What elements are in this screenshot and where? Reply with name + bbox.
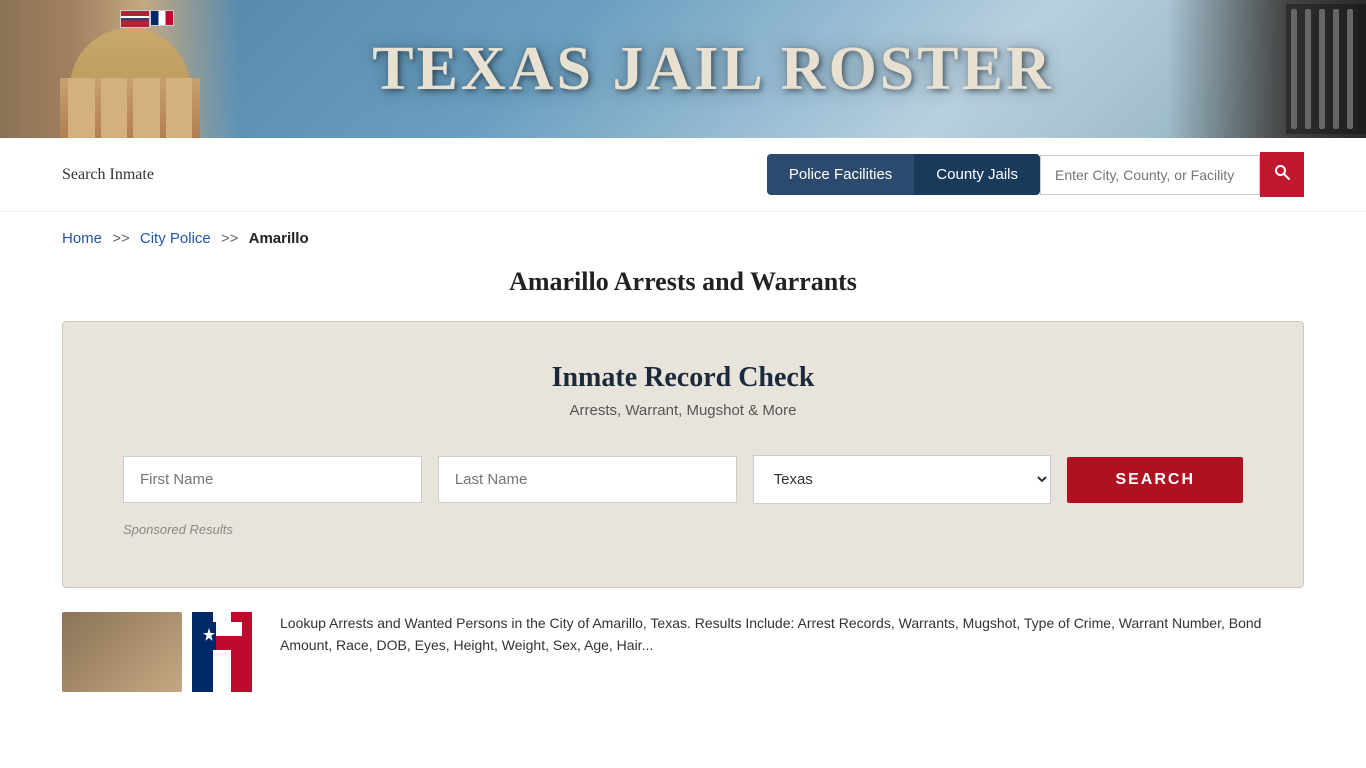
county-jails-button[interactable]: County Jails [914,154,1040,195]
page-title: Amarillo Arrests and Warrants [0,267,1366,297]
jail-hand [1166,0,1366,138]
search-inmate-label: Search Inmate [62,166,154,184]
inmate-search-button[interactable]: SEARCH [1067,457,1243,503]
search-fields: AlabamaAlaskaArizonaArkansasCaliforniaCo… [123,455,1243,504]
facility-search-button[interactable] [1260,152,1304,197]
nav-right: Police Facilities County Jails [767,152,1304,197]
bottom-description: Lookup Arrests and Wanted Persons in the… [280,612,1304,657]
facility-search-input[interactable] [1040,155,1260,195]
breadcrumb-sep-2: >> [221,230,239,247]
sponsored-results-label: Sponsored Results [123,522,1243,537]
bottom-image-left [62,612,182,692]
search-icon [1274,164,1290,180]
bottom-images [62,612,252,692]
last-name-input[interactable] [438,456,737,503]
header-right-image [1166,0,1366,138]
site-title: Texas Jail Roster [372,34,1054,105]
police-facilities-button[interactable]: Police Facilities [767,154,914,195]
first-name-input[interactable] [123,456,422,503]
texas-state-flag [202,622,242,650]
inmate-record-check-container: Inmate Record Check Arrests, Warrant, Mu… [62,321,1304,588]
header-left-image [0,0,240,138]
bottom-section: Lookup Arrests and Wanted Persons in the… [0,612,1366,692]
header-banner: Texas Jail Roster [0,0,1366,138]
us-flag-icon [120,10,150,28]
breadcrumb: Home >> City Police >> Amarillo [0,212,1366,257]
texas-flag-icon [150,10,174,26]
dome-columns [60,78,200,138]
inmate-check-title: Inmate Record Check [123,362,1243,394]
breadcrumb-sep-1: >> [112,230,130,247]
breadcrumb-home[interactable]: Home [62,230,102,247]
bottom-image-flag [192,612,252,692]
breadcrumb-city-police[interactable]: City Police [140,230,211,247]
breadcrumb-current: Amarillo [249,230,309,247]
state-select[interactable]: AlabamaAlaskaArizonaArkansasCaliforniaCo… [753,455,1052,504]
inmate-check-subtitle: Arrests, Warrant, Mugshot & More [123,402,1243,419]
navbar: Search Inmate Police Facilities County J… [0,138,1366,212]
capitol-dome [30,0,230,138]
jail-bars [1286,4,1366,134]
